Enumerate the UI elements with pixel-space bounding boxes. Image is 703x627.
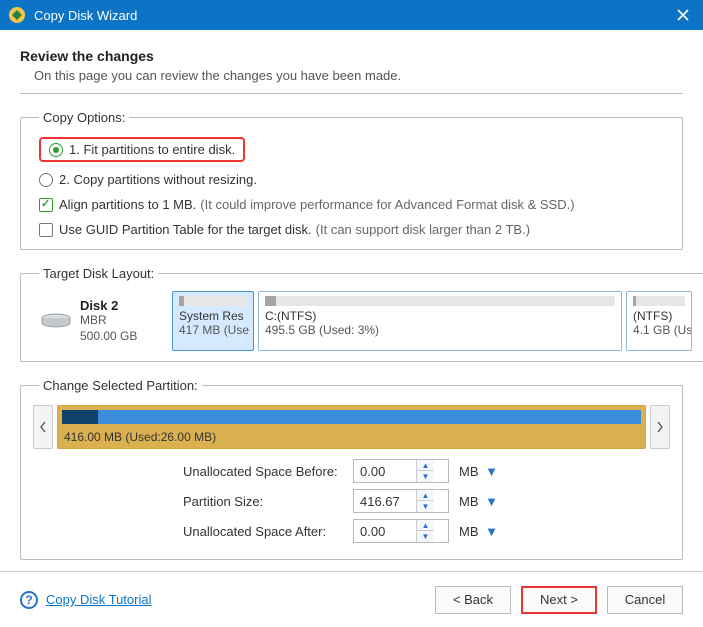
- unit-dropdown-1[interactable]: ▼: [485, 464, 499, 478]
- partition-sub: 495.5 GB (Used: 3%): [265, 323, 615, 337]
- partition-label: System Res: [179, 309, 247, 323]
- partition-bar: [633, 296, 685, 306]
- unit-dropdown-3[interactable]: ▼: [485, 524, 499, 538]
- disk-icon: [40, 312, 72, 330]
- partition-sub: 417 MB (Use: [179, 323, 247, 337]
- checkbox-align-1mb-hint: (It could improve performance for Advanc…: [200, 197, 574, 212]
- unalloc-after-down[interactable]: ▼: [417, 531, 434, 542]
- copy-options-legend: Copy Options:: [39, 110, 129, 125]
- copy-options-group: Copy Options: 1. Fit partitions to entir…: [20, 110, 683, 250]
- divider: [20, 93, 683, 94]
- window-title: Copy Disk Wizard: [34, 8, 137, 23]
- checkbox-align-1mb-label: Align partitions to 1 MB.: [59, 197, 196, 212]
- radio-copy-without-resize[interactable]: [39, 173, 53, 187]
- unalloc-after-label: Unallocated Space After:: [183, 524, 353, 539]
- partition-2[interactable]: (NTFS)4.1 GB (Used: [626, 291, 692, 351]
- unit-label: MB: [459, 524, 479, 539]
- radio-fit-partitions[interactable]: [49, 143, 63, 157]
- target-disk-layout-legend: Target Disk Layout:: [39, 266, 158, 281]
- unalloc-after-value[interactable]: [354, 520, 416, 542]
- unalloc-after-up[interactable]: ▲: [417, 520, 434, 531]
- target-disk-layout-group: Target Disk Layout: Disk 2MBR500.00 GBSy…: [20, 266, 703, 362]
- unalloc-before-input[interactable]: ▲ ▼: [353, 459, 449, 483]
- checkbox-guid-gpt[interactable]: [39, 223, 53, 237]
- unalloc-before-label: Unallocated Space Before:: [183, 464, 353, 479]
- unalloc-after-input[interactable]: ▲ ▼: [353, 519, 449, 543]
- partition-size-label: Partition Size:: [183, 494, 353, 509]
- help-icon[interactable]: ?: [20, 591, 38, 609]
- unalloc-before-value[interactable]: [354, 460, 416, 482]
- disk-info: Disk 2MBR500.00 GB: [33, 291, 168, 351]
- partition-size-up[interactable]: ▲: [417, 490, 434, 501]
- radio-fit-partitions-label: 1. Fit partitions to entire disk.: [69, 142, 235, 157]
- unit-dropdown-2[interactable]: ▼: [485, 494, 499, 508]
- partition-bar: [265, 296, 615, 306]
- change-partition-group: Change Selected Partition: 416.00 MB (Us…: [20, 378, 683, 560]
- tutorial-link[interactable]: Copy Disk Tutorial: [46, 592, 151, 607]
- back-button[interactable]: < Back: [435, 586, 511, 614]
- partition-slider-caption: 416.00 MB (Used:26.00 MB): [64, 430, 216, 444]
- close-button[interactable]: [671, 3, 695, 27]
- page-title: Review the changes: [20, 48, 683, 64]
- checkbox-align-1mb[interactable]: [39, 198, 53, 212]
- partition-size-input[interactable]: ▲ ▼: [353, 489, 449, 513]
- partition-1[interactable]: C:(NTFS)495.5 GB (Used: 3%): [258, 291, 622, 351]
- footer: ? Copy Disk Tutorial < Back Next > Cance…: [0, 571, 703, 627]
- partition-sub: 4.1 GB (Used: [633, 323, 685, 337]
- unalloc-before-down[interactable]: ▼: [417, 471, 434, 482]
- titlebar: Copy Disk Wizard: [0, 0, 703, 30]
- partition-slider[interactable]: 416.00 MB (Used:26.00 MB): [57, 405, 646, 449]
- partition-slider-right[interactable]: [650, 405, 670, 449]
- partition-label: C:(NTFS): [265, 309, 615, 323]
- highlight-box: 1. Fit partitions to entire disk.: [39, 137, 245, 162]
- unit-label: MB: [459, 464, 479, 479]
- radio-copy-without-resize-label: 2. Copy partitions without resizing.: [59, 172, 257, 187]
- checkbox-guid-gpt-hint: (It can support disk larger than 2 TB.): [316, 222, 530, 237]
- partition-size-value[interactable]: [354, 490, 416, 512]
- partition-bar: [179, 296, 247, 306]
- checkbox-guid-gpt-label: Use GUID Partition Table for the target …: [59, 222, 312, 237]
- next-button[interactable]: Next >: [521, 586, 597, 614]
- disk-type: MBR: [80, 313, 137, 329]
- cancel-button[interactable]: Cancel: [607, 586, 683, 614]
- unalloc-before-up[interactable]: ▲: [417, 460, 434, 471]
- change-partition-legend: Change Selected Partition:: [39, 378, 202, 393]
- disk-name: Disk 2: [80, 298, 137, 313]
- app-icon: [8, 6, 26, 24]
- partition-0[interactable]: System Res417 MB (Use: [172, 291, 254, 351]
- partition-slider-left[interactable]: [33, 405, 53, 449]
- disk-size: 500.00 GB: [80, 329, 137, 345]
- partition-label: (NTFS): [633, 309, 685, 323]
- page-subtitle: On this page you can review the changes …: [34, 68, 683, 83]
- unit-label: MB: [459, 494, 479, 509]
- partition-size-down[interactable]: ▼: [417, 501, 434, 512]
